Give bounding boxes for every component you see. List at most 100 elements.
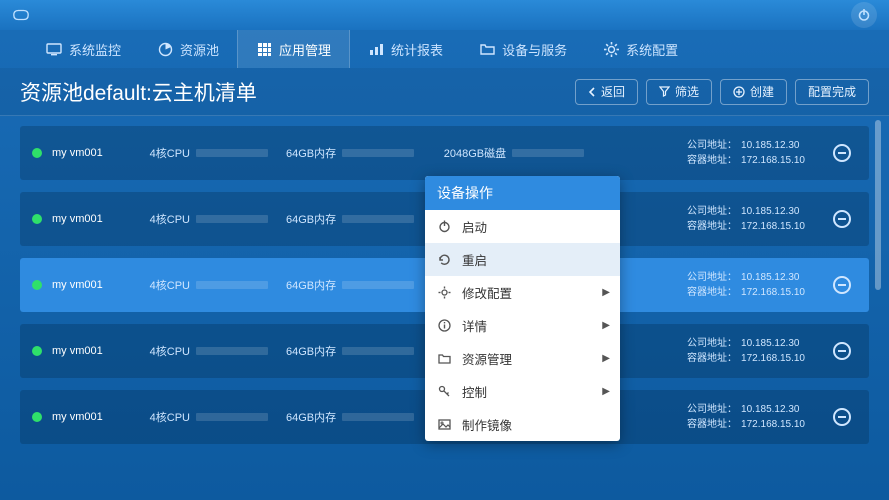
vm-name: my vm001 — [52, 411, 140, 423]
minus-icon — [838, 218, 846, 220]
nav-item-app-management[interactable]: 应用管理 — [237, 30, 350, 68]
minus-icon — [838, 350, 846, 352]
nav-label: 资源池 — [180, 40, 219, 59]
create-button[interactable]: 创建 — [720, 79, 787, 105]
address-block: 公司地址：10.185.12.30 容器地址：172.168.15.10 — [687, 270, 805, 300]
cpu-metric: 4核CPU — [140, 409, 268, 425]
container-addr-label: 容器地址： — [687, 219, 737, 234]
cpu-label: 4核CPU — [140, 277, 190, 293]
row-actions-button[interactable] — [833, 276, 851, 294]
mem-bar — [342, 215, 414, 223]
minus-icon — [838, 152, 846, 154]
cpu-bar — [196, 281, 268, 289]
cpu-label: 4核CPU — [140, 409, 190, 425]
mem-label: 64GB内存 — [286, 343, 336, 359]
row-actions-button[interactable] — [833, 210, 851, 228]
mem-metric: 64GB内存 — [286, 409, 414, 425]
nav-item-reports[interactable]: 统计报表 — [350, 30, 461, 68]
image-icon — [437, 417, 452, 432]
cpu-metric: 4核CPU — [140, 277, 268, 293]
context-menu-item[interactable]: 启动 — [425, 210, 620, 243]
cpu-bar — [196, 149, 268, 157]
container-addr-value: 172.168.15.10 — [741, 153, 805, 168]
folder-icon — [479, 42, 495, 56]
company-addr-value: 10.185.12.30 — [741, 402, 799, 417]
scrollbar[interactable] — [875, 120, 881, 490]
cpu-label: 4核CPU — [140, 211, 190, 227]
row-actions-button[interactable] — [833, 342, 851, 360]
chevron-right-icon: ▶ — [602, 386, 610, 397]
context-menu: 设备操作 启动 重启 修改配置 ▶ 详情 ▶ 资源管理 ▶ 控制 ▶ 制作镜像 — [425, 176, 620, 441]
scrollbar-thumb[interactable] — [875, 120, 881, 290]
nav-item-devices[interactable]: 设备与服务 — [461, 30, 585, 68]
mem-metric: 64GB内存 — [286, 145, 414, 161]
mem-label: 64GB内存 — [286, 277, 336, 293]
company-addr-label: 公司地址： — [687, 204, 737, 219]
context-menu-item-label: 资源管理 — [462, 349, 512, 368]
disk-label: 2048GB磁盘 — [432, 145, 506, 161]
context-menu-item[interactable]: 修改配置 ▶ — [425, 276, 620, 309]
context-menu-title: 设备操作 — [425, 176, 620, 210]
nav-label: 统计报表 — [391, 40, 443, 59]
chevron-right-icon: ▶ — [602, 353, 610, 364]
key-icon — [437, 384, 452, 399]
disk-metric: 2048GB磁盘 — [432, 145, 584, 161]
folder-icon — [437, 351, 452, 366]
nav-item-monitor[interactable]: 系统监控 — [28, 30, 139, 68]
context-menu-item[interactable]: 重启 — [425, 243, 620, 276]
back-button[interactable]: 返回 — [575, 79, 638, 105]
nav-item-system-config[interactable]: 系统配置 — [585, 30, 696, 68]
context-menu-item[interactable]: 制作镜像 — [425, 408, 620, 441]
cpu-metric: 4核CPU — [140, 343, 268, 359]
filter-button[interactable]: 筛选 — [646, 79, 712, 105]
cpu-metric: 4核CPU — [140, 211, 268, 227]
filter-label: 筛选 — [675, 83, 699, 100]
nav-label: 系统监控 — [69, 40, 121, 59]
gear-icon — [603, 42, 619, 56]
monitor-icon — [46, 42, 62, 56]
status-dot-icon — [32, 214, 42, 224]
context-menu-item-label: 修改配置 — [462, 283, 512, 302]
address-block: 公司地址：10.185.12.30 容器地址：172.168.15.10 — [687, 336, 805, 366]
company-addr-label: 公司地址： — [687, 270, 737, 285]
cpu-bar — [196, 347, 268, 355]
context-menu-item-label: 控制 — [462, 382, 487, 401]
status-dot-icon — [32, 280, 42, 290]
nav-item-resource-pool[interactable]: 资源池 — [139, 30, 237, 68]
address-block: 公司地址：10.185.12.30 容器地址：172.168.15.10 — [687, 402, 805, 432]
mem-metric: 64GB内存 — [286, 343, 414, 359]
minus-icon — [838, 284, 846, 286]
context-menu-item[interactable]: 详情 ▶ — [425, 309, 620, 342]
info-icon — [437, 318, 452, 333]
context-menu-item[interactable]: 资源管理 ▶ — [425, 342, 620, 375]
company-addr-label: 公司地址： — [687, 138, 737, 153]
company-addr-value: 10.185.12.30 — [741, 204, 799, 219]
cpu-bar — [196, 413, 268, 421]
company-addr-label: 公司地址： — [687, 336, 737, 351]
mem-bar — [342, 149, 414, 157]
power-button[interactable] — [851, 2, 877, 28]
nav-label: 设备与服务 — [502, 40, 567, 59]
row-actions-button[interactable] — [833, 408, 851, 426]
company-addr-label: 公司地址： — [687, 402, 737, 417]
chevron-left-icon — [588, 87, 596, 97]
logo-icon — [12, 8, 30, 22]
chevron-right-icon: ▶ — [602, 287, 610, 298]
container-addr-label: 容器地址： — [687, 153, 737, 168]
funnel-icon — [659, 86, 670, 97]
row-actions-button[interactable] — [833, 144, 851, 162]
mem-label: 64GB内存 — [286, 409, 336, 425]
mem-metric: 64GB内存 — [286, 211, 414, 227]
container-addr-value: 172.168.15.10 — [741, 219, 805, 234]
disk-bar — [512, 149, 584, 157]
minus-icon — [838, 416, 846, 418]
chevron-right-icon: ▶ — [602, 320, 610, 331]
vm-row[interactable]: my vm001 4核CPU 64GB内存 2048GB磁盘 公司地址：10.1… — [20, 126, 869, 180]
cpu-metric: 4核CPU — [140, 145, 268, 161]
chart-icon — [368, 42, 384, 56]
context-menu-item[interactable]: 控制 ▶ — [425, 375, 620, 408]
page-title: 资源池default:云主机清单 — [20, 77, 257, 107]
vm-name: my vm001 — [52, 279, 140, 291]
config-done-button[interactable]: 配置完成 — [795, 79, 869, 105]
status-dot-icon — [32, 346, 42, 356]
